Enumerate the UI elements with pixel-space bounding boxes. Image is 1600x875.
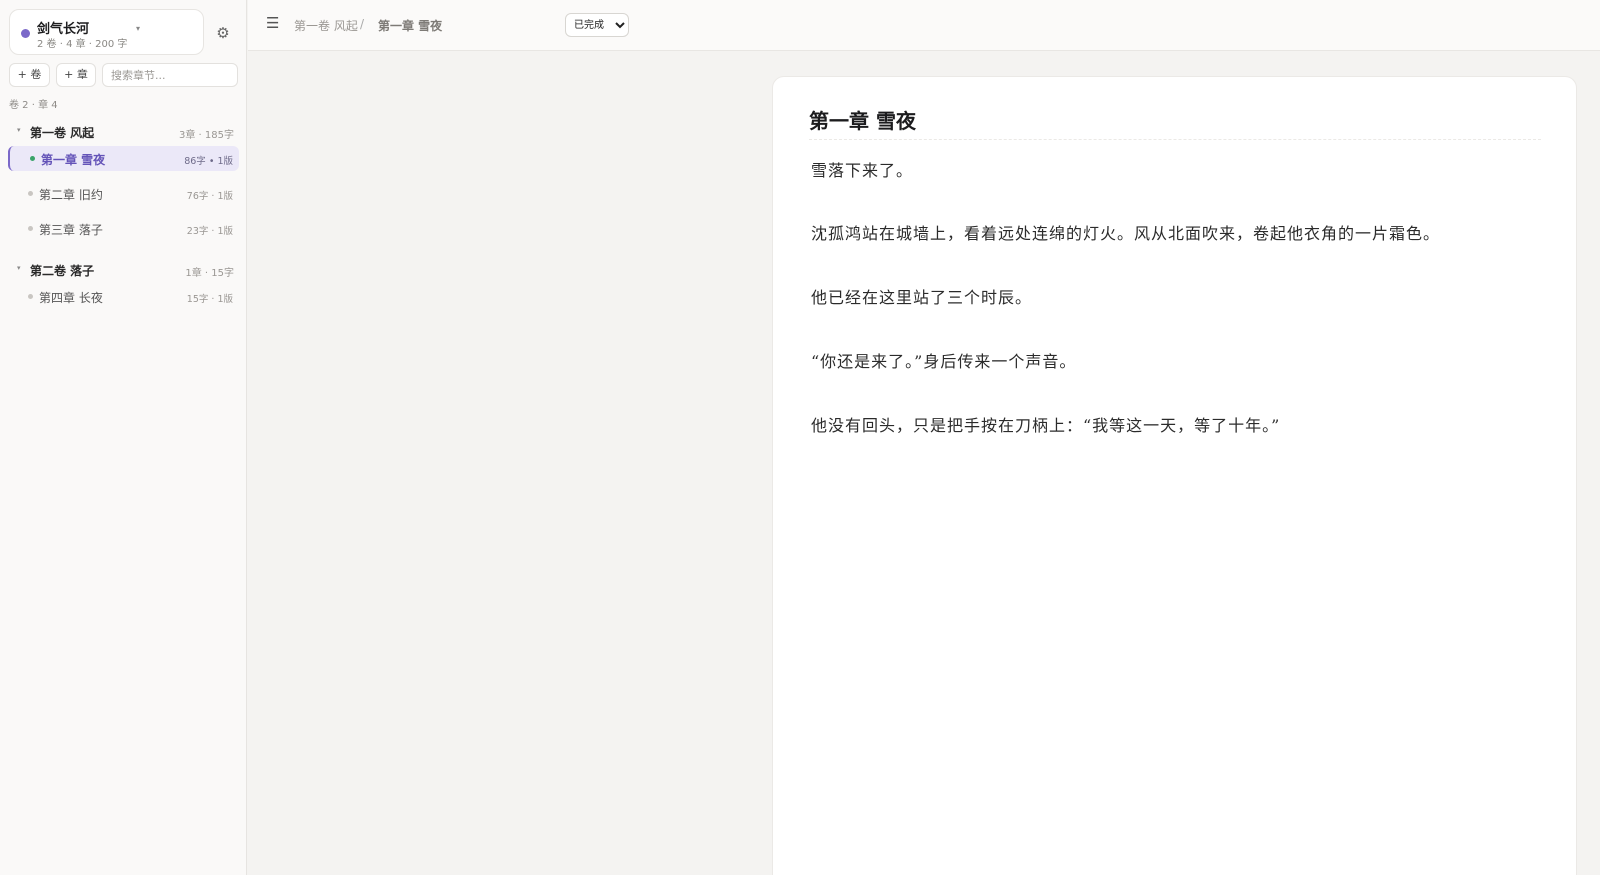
chapter-status-dot	[30, 156, 35, 161]
chapter-title-heading[interactable]: 第一章 雪夜	[809, 105, 916, 134]
chevron-down-icon: ▾	[136, 24, 141, 33]
chapter-item[interactable]: 第二章 旧约 76字 · 1版	[8, 181, 239, 206]
breadcrumb-volume[interactable]: 第一卷 风起	[294, 17, 358, 34]
paragraph[interactable]: “你还是来了。”身后传来一个声音。	[811, 348, 1076, 372]
volume-title: 第二卷 落子	[30, 264, 95, 278]
project-color-dot	[21, 29, 30, 38]
breadcrumb-separator: /	[360, 17, 365, 31]
paragraph[interactable]: 雪落下来了。	[811, 157, 913, 181]
top-bar: ☰ 第一卷 风起 / 第一章 雪夜 已完成	[248, 0, 1600, 51]
chapter-title: 第二章 旧约	[39, 188, 103, 202]
chapter-stats: 86字 • 1版	[184, 156, 233, 167]
settings-gear-icon[interactable]: ⚙	[212, 22, 234, 44]
add-volume-button[interactable]: + 卷	[9, 63, 50, 87]
sidebar: 剑气长河 2 卷 · 4 章 · 200 字 ▾ ⚙ + 卷 + 章 卷 2 ·…	[0, 0, 247, 875]
caret-down-icon[interactable]: ▾	[17, 126, 21, 134]
paragraph[interactable]: 沈孤鸿站在城墙上，看着远处连绵的灯火。风从北面吹来，卷起他衣角的一片霜色。	[811, 220, 1440, 244]
volume-stats: 1章 · 15字	[185, 268, 234, 279]
breadcrumb-chapter: 第一章 雪夜	[378, 19, 443, 33]
volume-chapter-count: 卷 2 · 章 4	[9, 100, 58, 111]
project-switcher[interactable]: 剑气长河 2 卷 · 4 章 · 200 字 ▾	[9, 9, 204, 55]
paragraph[interactable]: 他没有回头，只是把手按在刀柄上：“我等这一天，等了十年。”	[811, 412, 1280, 436]
chapter-item[interactable]: 第一章 雪夜 86字 • 1版	[8, 146, 239, 171]
hamburger-menu-icon[interactable]: ☰	[266, 14, 279, 32]
volume-stats: 3章 · 185字	[179, 130, 234, 141]
volume-title: 第一卷 风起	[30, 126, 95, 140]
chapter-item[interactable]: 第四章 长夜 15字 · 1版	[8, 284, 239, 309]
volume-row[interactable]: ▾ 第二卷 落子 1章 · 15字	[9, 260, 237, 280]
chapter-title: 第三章 落子	[39, 223, 103, 237]
chapter-stats: 15字 · 1版	[186, 294, 233, 305]
chapter-title: 第一章 雪夜	[41, 153, 106, 167]
chapter-status-dot	[28, 191, 33, 196]
chapter-title: 第四章 长夜	[39, 291, 103, 305]
caret-down-icon[interactable]: ▾	[17, 264, 21, 272]
add-chapter-button[interactable]: + 章	[56, 63, 96, 87]
chapter-search-input[interactable]	[102, 63, 238, 87]
chapter-status-dot	[28, 226, 33, 231]
chapter-stats: 23字 · 1版	[186, 226, 233, 237]
chapter-item[interactable]: 第三章 落子 23字 · 1版	[8, 216, 239, 241]
title-divider	[809, 139, 1541, 140]
chapter-status-dot	[28, 294, 33, 299]
paragraph[interactable]: 他已经在这里站了三个时辰。	[811, 284, 1032, 308]
chapter-status-select[interactable]: 已完成	[565, 13, 629, 37]
project-stats: 2 卷 · 4 章 · 200 字	[37, 39, 128, 50]
chapter-editor[interactable]: 第一章 雪夜 雪落下来了。 沈孤鸿站在城墙上，看着远处连绵的灯火。风从北面吹来，…	[772, 76, 1577, 875]
chapter-stats: 76字 · 1版	[186, 191, 233, 202]
volume-row[interactable]: ▾ 第一卷 风起 3章 · 185字	[9, 122, 237, 142]
